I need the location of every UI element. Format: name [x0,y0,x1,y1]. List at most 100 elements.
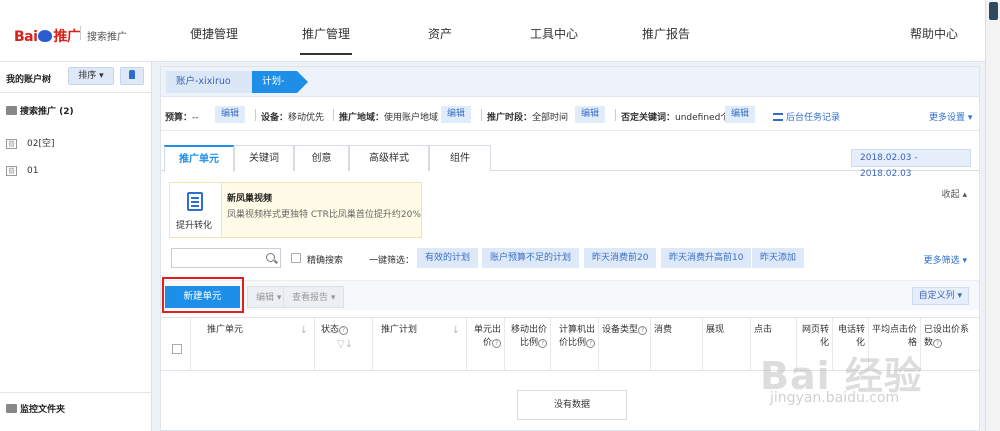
action-toolbar: 新建单元 编辑 ▾ 查看报告 ▾ 自定义列 ▾ [161,280,979,310]
logo-subtitle: 搜索推广 [87,32,127,43]
filter-chip[interactable]: 账户预算不足的计划 [482,248,580,268]
sidebar-divider [0,92,152,93]
sort-arrow-icon[interactable]: ↓ [300,324,308,337]
baidu-paw-icon [38,30,53,42]
pin-button[interactable] [120,67,144,85]
divider [255,109,256,121]
help-icon[interactable]: ? [538,339,547,348]
folder-icon [6,106,17,115]
filter-chip[interactable]: 昨天添加 [752,248,805,268]
nav-promotion-manage[interactable]: 推广管理 [299,25,353,55]
help-icon[interactable]: ? [933,339,943,348]
top-navigation-bar: Bai 推广 搜索推广 便捷管理 推广管理 资产 工具中心 推广报告 帮助中心 [0,0,985,62]
column-header-status[interactable]: 状态? ▽↓ [315,318,373,371]
tip-icon-box[interactable]: 提升转化 [170,183,222,237]
column-header-unit-bid[interactable]: 单元出价? [467,318,505,371]
nav-assets[interactable]: 资产 [428,25,452,42]
document-icon [187,192,203,211]
sidebar-plan-item[interactable]: 普 01 [6,166,38,176]
column-header-impressions[interactable]: 展现 [703,318,751,371]
highlight-box [162,277,244,313]
column-header-pc-bid-ratio[interactable]: 计算机出价比例? [551,318,599,371]
custom-columns-button[interactable]: 自定义列 ▾ [911,287,969,305]
divider [481,109,482,121]
logo-divider [80,26,81,40]
more-filters-link[interactable]: 更多筛选 ▾ [924,253,967,266]
collapse-toggle[interactable]: 收起 ▴ [942,187,967,200]
tip-title: 新凤巢视频 [227,194,273,204]
filter-chip[interactable]: 有效的计划 [417,248,479,268]
folder-icon [6,404,17,413]
help-icon[interactable]: ? [339,326,349,335]
negative-keyword-info: 否定关键词：undefined个 [621,113,730,123]
group-label: 搜索推广 (2) [20,107,74,117]
nav-tool-center[interactable]: 工具中心 [530,25,578,42]
column-header-device[interactable]: 设备类型? [599,318,651,371]
normal-badge: 普 [6,166,17,176]
plan-settings-bar: 预算：-- 编辑 设备：移动优先 推广地域：使用账户地域 编辑 推广时段：全部时… [161,97,979,131]
breadcrumb: 账户-xixiruo 计划- [161,67,979,97]
nav-help-center[interactable]: 帮助中心 [910,25,958,42]
plan-label: 01 [27,166,39,176]
account-tree-sidebar: 我的账户树 排序 ▾ 搜索推广 (2) 普 02[空] 普 01 监控文件夹 [0,62,152,431]
pin-icon [129,70,135,79]
sidebar-divider [0,392,152,393]
filter-chip[interactable]: 昨天消费前20 [584,248,657,268]
tab-components[interactable]: 组件 [429,145,491,171]
budget-info: 预算：-- [165,113,199,123]
search-input[interactable] [171,248,281,268]
help-icon[interactable]: ? [492,339,501,348]
edit-region-button[interactable]: 编辑 [441,106,472,123]
filter-icon[interactable]: ▽↓ [337,338,353,351]
help-icon[interactable]: ? [586,339,595,348]
monitor-folder-label: 监控文件夹 [20,405,66,415]
edit-time-button[interactable]: 编辑 [575,106,606,123]
device-info: 设备：移动优先 [261,113,325,123]
task-log-link[interactable]: 后台任务记录 [773,110,840,123]
column-header-cost[interactable]: 消费 [651,318,703,371]
region-info: 推广地域：使用账户地域 [339,113,439,123]
exact-search-label: 精确搜索 [307,256,344,266]
filter-chip[interactable]: 昨天消费升高前10 [661,248,752,268]
more-settings-link[interactable]: 更多设置 ▾ [929,110,972,123]
select-all-checkbox[interactable] [172,344,182,354]
baidu-promotion-logo[interactable]: Bai 推广 [14,26,81,46]
exact-search-checkbox[interactable] [291,253,301,263]
time-info: 推广时段：全部时间 [487,113,569,123]
nav-convenient-manage[interactable]: 便捷管理 [190,25,238,42]
monitor-folder[interactable]: 监控文件夹 [6,402,65,415]
search-promotion-group[interactable]: 搜索推广 (2) [6,104,74,117]
view-report-button[interactable]: 查看报告 ▾ [283,286,345,308]
window-scrollbar[interactable] [985,0,1000,431]
column-header-unit[interactable]: 推广单元 ↓ [191,318,315,371]
empty-state: 没有数据 [517,390,627,420]
account-tree-title: 我的账户树 [6,75,52,85]
tip-description: 凤巢视频样式更独特 CTR比凤巢首位提升约20% [227,210,421,220]
normal-badge: 普 [6,139,17,149]
tab-keywords[interactable]: 关键词 [234,145,294,171]
tab-advanced-style[interactable]: 高级样式 [349,145,429,171]
sort-button[interactable]: 排序 ▾ [68,67,114,85]
column-header-mobile-bid-ratio[interactable]: 移动出价比例? [505,318,551,371]
edit-negative-button[interactable]: 编辑 [725,106,756,123]
tab-creative[interactable]: 创意 [294,145,349,171]
divider [615,109,616,121]
sort-arrow-icon[interactable]: ↓ [452,324,460,337]
tab-ad-unit[interactable]: 推广单元 [164,145,234,172]
sidebar-plan-item[interactable]: 普 02[空] [6,136,54,149]
search-icon[interactable] [266,253,275,262]
edit-budget-button[interactable]: 编辑 [215,106,246,123]
breadcrumb-account[interactable]: 账户-xixiruo [166,71,252,93]
nav-promotion-report[interactable]: 推广报告 [642,25,690,42]
divider [333,109,334,121]
help-icon[interactable]: ? [638,326,648,335]
date-range-picker[interactable]: 2018.02.03 - 2018.02.03 [851,149,971,179]
list-icon [773,113,783,121]
column-header-plan[interactable]: 推广计划 ↓ [373,318,467,371]
scrollbar-thumb[interactable] [989,2,998,20]
column-header-bid-coefficient[interactable]: 已设出价系数? [921,318,979,371]
select-all-cell [161,318,191,371]
tip-icon-label: 提升转化 [176,221,213,231]
breadcrumb-plan[interactable]: 计划- [252,71,308,93]
quick-filter-label: 一键筛选： [369,256,415,266]
